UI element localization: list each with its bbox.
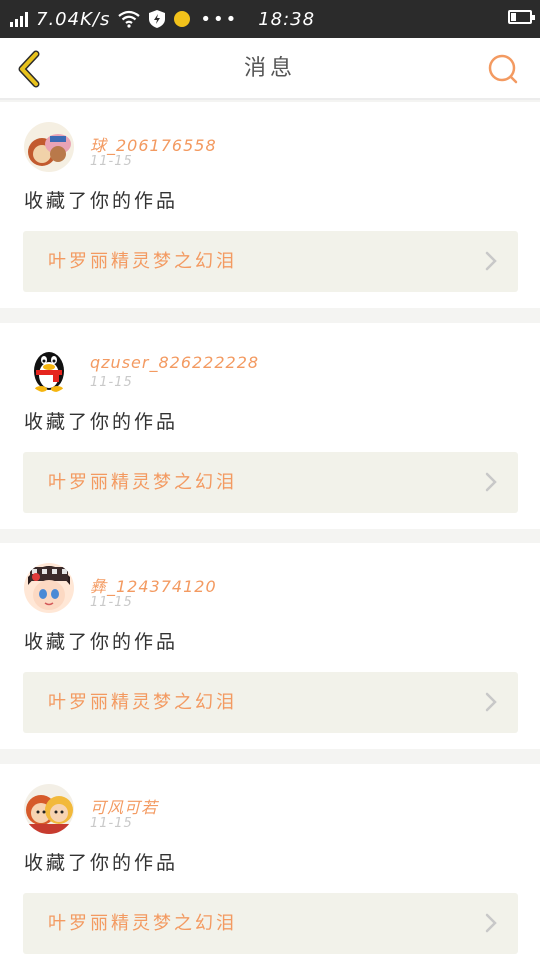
app-header: 消息 xyxy=(0,38,540,100)
work-title: 叶罗丽精灵梦之幻泪 xyxy=(48,251,237,272)
action-text: 收藏了你的作品 xyxy=(24,631,179,653)
avatar[interactable] xyxy=(24,343,74,393)
network-speed: 7.04K/s xyxy=(36,8,111,30)
search-button[interactable] xyxy=(486,52,520,86)
message-item: 可风可若 11-15 收藏了你的作品 叶罗丽精灵梦之幻泪 xyxy=(0,764,540,970)
username[interactable]: 彝_124374120 xyxy=(90,573,217,597)
message-item: 球_206176558 11-15 收藏了你的作品 叶罗丽精灵梦之幻泪 xyxy=(0,102,540,308)
battery-icon xyxy=(508,10,535,24)
more-dots-icon: ••• xyxy=(200,8,239,30)
work-title: 叶罗丽精灵梦之幻泪 xyxy=(48,692,237,713)
work-link[interactable]: 叶罗丽精灵梦之幻泪 xyxy=(23,231,518,292)
work-title: 叶罗丽精灵梦之幻泪 xyxy=(48,472,237,493)
chevron-right-icon xyxy=(485,472,497,492)
message-date: 11-15 xyxy=(90,595,133,610)
action-text: 收藏了你的作品 xyxy=(24,411,179,433)
chevron-right-icon xyxy=(485,913,497,933)
wifi-icon xyxy=(118,10,141,28)
username[interactable]: 可风可若 xyxy=(90,794,158,818)
notification-dot-icon xyxy=(174,11,191,27)
work-link[interactable]: 叶罗丽精灵梦之幻泪 xyxy=(23,893,518,954)
avatar[interactable] xyxy=(24,122,74,172)
clock: 18:38 xyxy=(258,8,316,30)
message-date: 11-15 xyxy=(90,154,133,169)
chevron-right-icon xyxy=(485,251,497,271)
message-item: 彝_124374120 11-15 收藏了你的作品 叶罗丽精灵梦之幻泪 xyxy=(0,543,540,749)
action-text: 收藏了你的作品 xyxy=(24,190,179,212)
username[interactable]: 球_206176558 xyxy=(90,132,217,156)
message-date: 11-15 xyxy=(90,816,133,831)
action-text: 收藏了你的作品 xyxy=(24,852,179,874)
shield-icon xyxy=(149,10,166,28)
status-bar: 7.04K/s ••• 18:38 xyxy=(0,0,540,38)
chevron-right-icon xyxy=(485,692,497,712)
avatar[interactable] xyxy=(24,784,74,834)
signal-icon xyxy=(10,11,30,27)
work-link[interactable]: 叶罗丽精灵梦之幻泪 xyxy=(23,672,518,733)
page-title: 消息 xyxy=(243,56,296,81)
username[interactable]: qzuser_826222228 xyxy=(90,353,259,372)
work-title: 叶罗丽精灵梦之幻泪 xyxy=(48,913,237,934)
avatar[interactable] xyxy=(24,563,74,613)
work-link[interactable]: 叶罗丽精灵梦之幻泪 xyxy=(23,452,518,513)
message-date: 11-15 xyxy=(90,375,133,390)
message-item: qzuser_826222228 11-15 收藏了你的作品 叶罗丽精灵梦之幻泪 xyxy=(0,323,540,529)
